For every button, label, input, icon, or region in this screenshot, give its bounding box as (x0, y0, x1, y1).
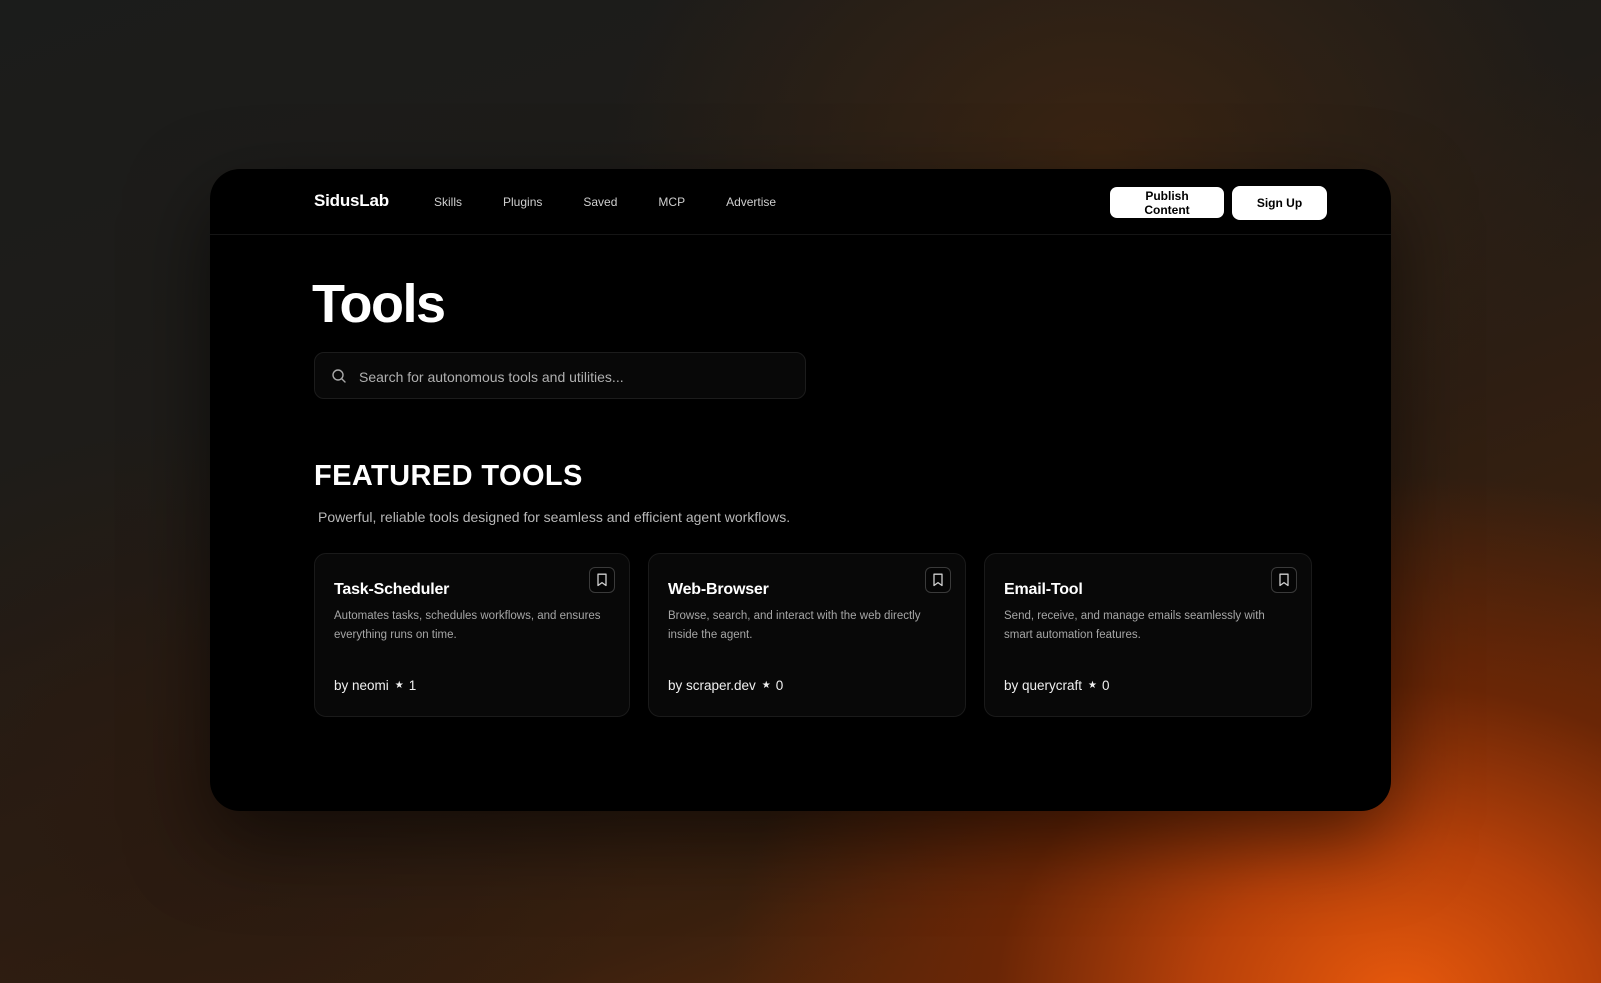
app-window: SidusLab Skills Plugins Saved MCP Advert… (210, 169, 1391, 811)
star-icon: ★ (1088, 680, 1098, 691)
card-author[interactable]: by querycraft (1004, 678, 1082, 693)
card-title: Task-Scheduler (334, 581, 450, 598)
card-meta: by scraper.dev ★ 0 (668, 678, 783, 693)
bookmark-button[interactable] (925, 567, 951, 593)
bookmark-icon (1279, 573, 1289, 587)
nav-link-saved[interactable]: Saved (583, 195, 617, 209)
bookmark-button[interactable] (1271, 567, 1297, 593)
featured-title: FEATURED TOOLS (314, 460, 583, 492)
card-meta: by querycraft ★ 0 (1004, 678, 1110, 693)
card-star-count: 0 (1102, 678, 1110, 693)
logo[interactable]: SidusLab (314, 191, 389, 211)
nav-link-plugins[interactable]: Plugins (503, 195, 542, 209)
card-meta: by neomi ★ 1 (334, 678, 416, 693)
card-description: Browse, search, and interact with the we… (668, 610, 921, 641)
sign-up-button[interactable]: Sign Up (1232, 186, 1327, 220)
nav-link-advertise[interactable]: Advertise (726, 195, 776, 209)
star-icon: ★ (761, 680, 771, 691)
publish-content-button[interactable]: Publish Content (1110, 187, 1224, 218)
search-input[interactable] (357, 353, 791, 400)
card-description: Automates tasks, schedules workflows, an… (334, 610, 601, 641)
nav-links: Skills Plugins Saved MCP Advertise (434, 195, 817, 209)
card-star-count: 0 (775, 678, 784, 693)
tool-card-email-tool[interactable]: Email-Tool Send, receive, and manage ema… (984, 553, 1312, 717)
card-title: Web-Browser (668, 581, 769, 598)
card-author[interactable]: by neomi (334, 678, 389, 693)
bookmark-icon (933, 573, 943, 587)
card-star-count: 1 (408, 678, 417, 693)
card-title: Email-Tool (1004, 581, 1083, 598)
star-icon: ★ (394, 680, 404, 691)
tool-card-web-browser[interactable]: Web-Browser Browse, search, and interact… (648, 553, 966, 717)
nav-link-skills[interactable]: Skills (434, 195, 462, 209)
card-description: Send, receive, and manage emails seamles… (1004, 610, 1265, 641)
top-navbar: SidusLab Skills Plugins Saved MCP Advert… (210, 169, 1391, 235)
page-title: Tools (312, 274, 446, 334)
card-author[interactable]: by scraper.dev (668, 678, 756, 693)
tool-card-task-scheduler[interactable]: Task-Scheduler Automates tasks, schedule… (314, 553, 630, 717)
bookmark-button[interactable] (589, 567, 615, 593)
featured-cards: Task-Scheduler Automates tasks, schedule… (314, 553, 1324, 719)
search-icon (332, 369, 346, 383)
bookmark-icon (597, 573, 607, 587)
nav-actions: Publish Content Sign Up (1110, 186, 1327, 220)
search-box[interactable] (314, 352, 806, 400)
nav-link-mcp[interactable]: MCP (658, 195, 685, 209)
featured-subtitle: Powerful, reliable tools designed for se… (318, 509, 791, 525)
